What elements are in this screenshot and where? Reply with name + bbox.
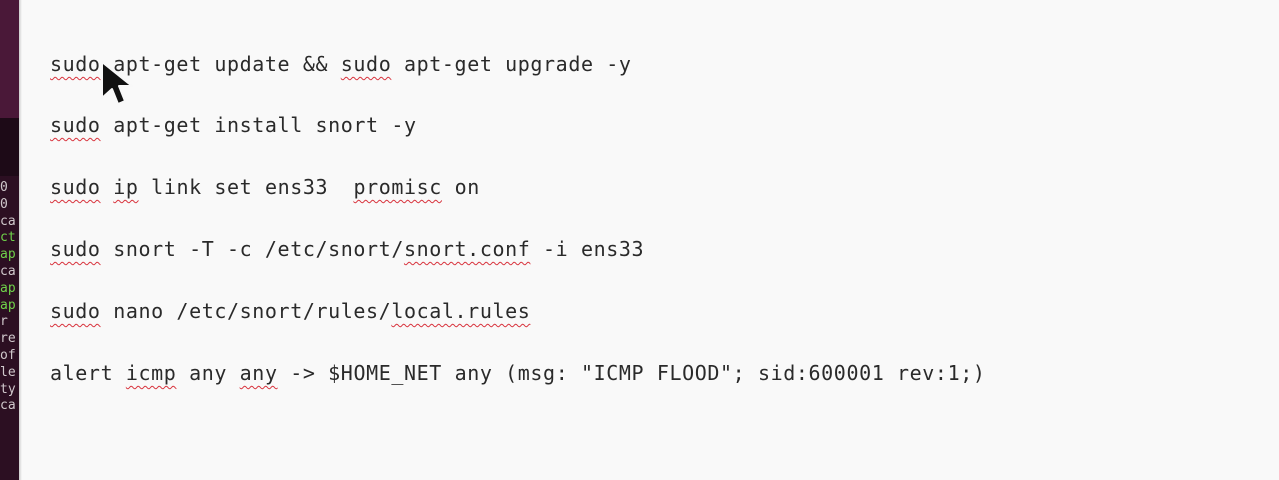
- spellcheck-flagged-word: sudo: [50, 52, 101, 76]
- command-text: on: [441, 175, 480, 199]
- command-line[interactable]: sudo snort -T -c /etc/snort/snort.conf -…: [50, 237, 644, 261]
- spellcheck-flagged-word: sudo: [50, 299, 101, 323]
- terminal-line: ap: [0, 297, 16, 313]
- terminal-titlebar-area: [0, 0, 19, 118]
- terminal-line: re: [0, 331, 16, 347]
- terminal-line: ap: [0, 280, 16, 296]
- terminal-line: 0: [0, 180, 8, 195]
- terminal-line: r: [0, 314, 8, 330]
- terminal-output: 0 0 ca ct ap ca ap ap r re of le ty ca: [0, 180, 19, 415]
- spellcheck-flagged-word: snort.conf: [403, 237, 531, 261]
- command-line[interactable]: alert icmp any any -> $HOME_NET any (msg…: [50, 361, 986, 385]
- command-text: link set ens33: [138, 175, 354, 199]
- command-line[interactable]: sudo nano /etc/snort/rules/local.rules: [50, 299, 530, 323]
- command-text: [101, 175, 114, 199]
- screen: 0 0 ca ct ap ca ap ap r re of le ty ca sudo apt-get u…: [0, 0, 1279, 480]
- spellcheck-flagged-word: promisc: [353, 175, 442, 199]
- command-text: apt-get upgrade -y: [391, 52, 632, 76]
- spellcheck-flagged-word: ip: [113, 175, 139, 199]
- spellcheck-flagged-word: any: [239, 361, 278, 385]
- terminal-line: of: [0, 347, 16, 363]
- command-line[interactable]: sudo apt-get install snort -y: [50, 113, 417, 137]
- spellcheck-flagged-word: sudo: [340, 52, 392, 76]
- command-text: -> $HOME_NET any (msg: "ICMP FLOOD"; sid…: [277, 361, 986, 385]
- terminal-line: ca: [0, 398, 16, 414]
- spellcheck-flagged-word: sudo: [50, 175, 101, 199]
- background-terminal-window[interactable]: 0 0 ca ct ap ca ap ap r re of le ty ca: [0, 0, 19, 480]
- spellcheck-flagged-word: icmp: [125, 361, 177, 385]
- terminal-line: le: [0, 364, 16, 380]
- mouse-pointer-icon: [101, 61, 133, 105]
- terminal-line: ca: [0, 263, 16, 279]
- command-text: alert: [50, 361, 126, 385]
- command-line[interactable]: sudo ip link set ens33 promisc on: [50, 175, 480, 199]
- terminal-line: ty: [0, 381, 16, 397]
- editor-edge-shadow: [19, 0, 22, 480]
- command-text: snort -T -c /etc/snort/: [100, 237, 404, 261]
- spellcheck-flagged-word: local.rules: [391, 299, 531, 323]
- terminal-line: ca: [0, 213, 16, 229]
- command-text: any: [176, 361, 240, 385]
- command-text: nano /etc/snort/rules/: [100, 299, 392, 323]
- spellcheck-flagged-word: sudo: [50, 113, 101, 137]
- spellcheck-flagged-word: sudo: [50, 237, 101, 261]
- terminal-line: ap: [0, 247, 16, 263]
- command-text: -i ens33: [530, 237, 645, 261]
- command-text: apt-get install snort -y: [100, 113, 417, 137]
- terminal-line: 0: [0, 196, 8, 212]
- terminal-line: ct: [0, 230, 16, 246]
- terminal-dark-area: [0, 118, 19, 176]
